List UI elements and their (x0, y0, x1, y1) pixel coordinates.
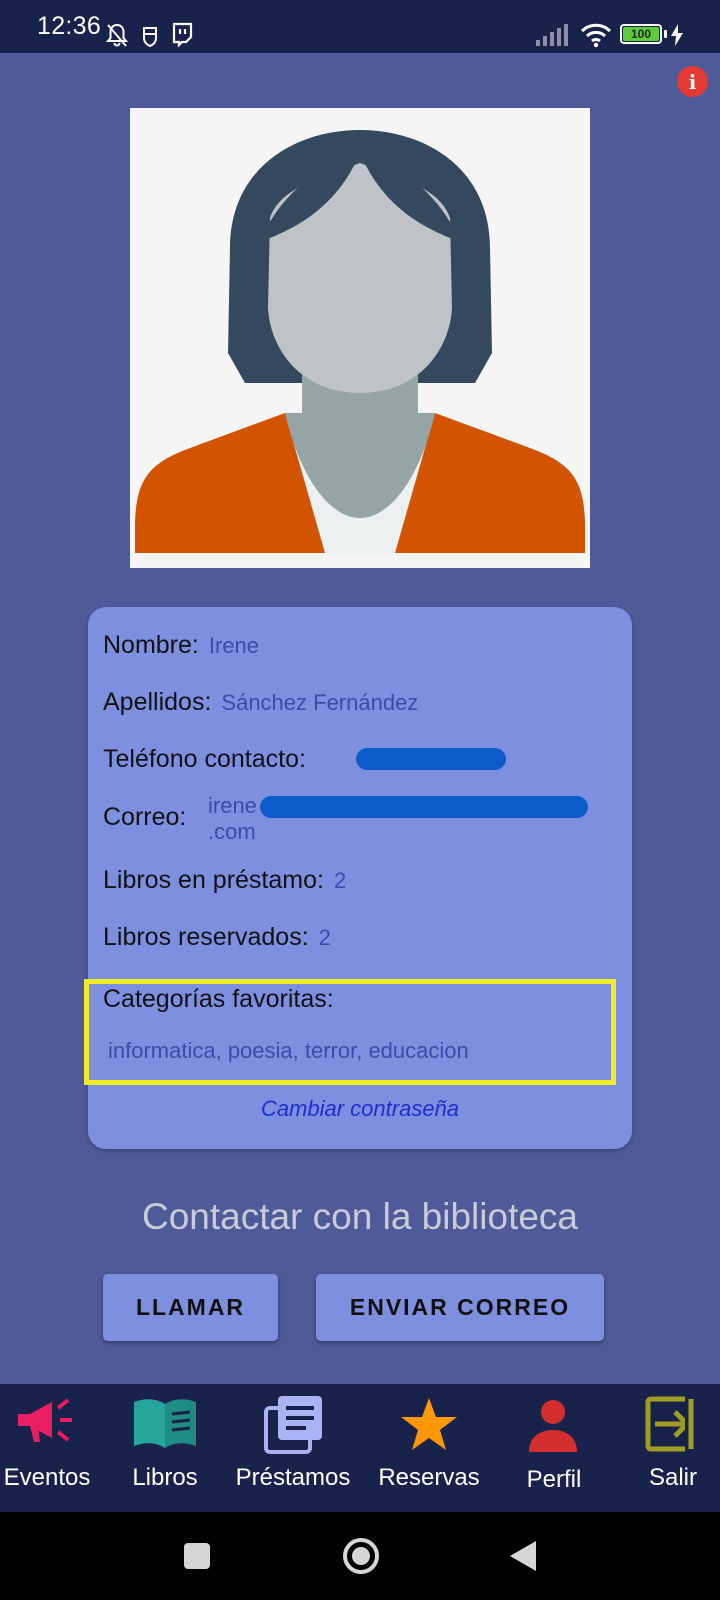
wifi-icon (580, 23, 612, 48)
status-time: 12:36 (37, 12, 102, 40)
field-correo: Correo: (103, 803, 186, 832)
nav-item-libros[interactable]: Libros (118, 1384, 213, 1512)
email-line-2: .com (208, 819, 256, 844)
nav-item-salir[interactable]: Salir (625, 1384, 720, 1512)
favorites-value[interactable]: informatica, poesia, terror, educacion (108, 1038, 469, 1064)
megaphone-icon (18, 1398, 72, 1442)
field-value: 2 (333, 868, 347, 893)
status-bar: 12:36 100 (0, 0, 720, 53)
nav-label: Préstamos (235, 1464, 351, 1491)
home-icon[interactable] (342, 1537, 380, 1575)
contact-title: Contactar con la biblioteca (141, 1196, 579, 1237)
call-button[interactable]: LLAMAR (103, 1274, 278, 1341)
favorites-label: Categorías favoritas: (103, 985, 334, 1013)
book-icon (134, 1399, 196, 1448)
redacted-email (260, 796, 588, 818)
charging-icon (671, 24, 683, 46)
field-libros-prestamo: Libros en préstamo: 2 (103, 866, 346, 895)
field-label: Apellidos: (103, 688, 212, 716)
battery-cap (664, 30, 667, 38)
field-label: Libros reservados: (103, 923, 309, 951)
profile-picture (130, 108, 590, 568)
redacted-phone (356, 748, 506, 770)
nav-item-eventos[interactable]: Eventos (0, 1384, 95, 1512)
field-value: Sánchez Fernández (221, 690, 419, 715)
bell-off-icon (105, 23, 129, 47)
field-value: Irene (208, 633, 260, 658)
field-value: 2 (318, 925, 331, 950)
field-telefono: Teléfono contacto: (103, 745, 306, 774)
field-label: Nombre: (103, 631, 199, 659)
battery-level: 100 (623, 27, 659, 41)
field-apellidos: Apellidos: Sánchez Fernández (103, 688, 418, 717)
field-label: Teléfono contacto: (103, 745, 306, 773)
app-notification-icon (143, 27, 157, 48)
nav-label: Libros (132, 1464, 198, 1491)
nav-label: Perfil (526, 1466, 582, 1493)
documents-icon (264, 1396, 322, 1454)
nav-label: Reservas (378, 1464, 480, 1491)
bottom-navigation: Eventos Libros Préstamos Reservas Perfil… (0, 1384, 720, 1512)
info-icon[interactable]: i (677, 66, 708, 97)
star-icon (401, 1398, 457, 1450)
system-nav-bar (0, 1512, 720, 1600)
nav-label: Eventos (3, 1464, 91, 1491)
nav-item-reservas[interactable]: Reservas (368, 1384, 488, 1512)
twitch-icon (172, 22, 193, 48)
nav-label: Salir (648, 1464, 698, 1491)
exit-icon (645, 1396, 701, 1452)
avatar (130, 108, 590, 568)
field-nombre: Nombre: Irene (103, 631, 259, 660)
change-password-link[interactable]: Cambiar contraseña (88, 1096, 632, 1122)
recents-icon[interactable] (183, 1542, 211, 1570)
field-label: Libros en préstamo: (103, 866, 324, 894)
profile-card: Nombre: Irene Apellidos: Sánchez Fernánd… (84, 607, 632, 1149)
battery-icon: 100 (620, 24, 662, 44)
field-libros-reservados: Libros reservados: 2 (103, 923, 331, 952)
back-icon[interactable] (508, 1539, 538, 1573)
person-icon (529, 1400, 577, 1452)
signal-icon (536, 24, 568, 46)
field-label: Correo: (103, 803, 187, 831)
send-email-button[interactable]: ENVIAR CORREO (316, 1274, 604, 1341)
nav-item-prestamos[interactable]: Préstamos (228, 1384, 358, 1512)
nav-item-perfil[interactable]: Perfil (505, 1384, 605, 1512)
